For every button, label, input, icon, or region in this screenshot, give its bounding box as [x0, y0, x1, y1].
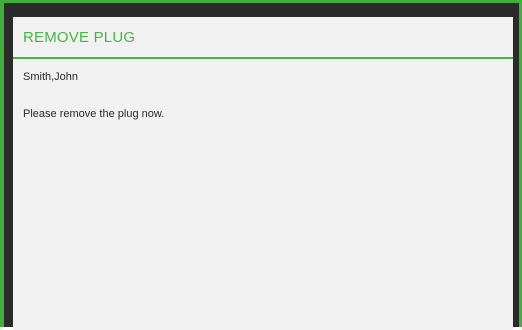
dialog-body: Smith,John Please remove the plug now. [13, 59, 513, 120]
dialog-message: Please remove the plug now. [23, 108, 165, 120]
app-frame: REMOVE PLUG Smith,John Please remove the… [0, 0, 522, 330]
patient-name: Smith,John [23, 71, 79, 83]
dialog-header: REMOVE PLUG [13, 17, 513, 59]
remove-plug-dialog: REMOVE PLUG Smith,John Please remove the… [13, 17, 513, 330]
dialog-title: REMOVE PLUG [23, 28, 136, 46]
